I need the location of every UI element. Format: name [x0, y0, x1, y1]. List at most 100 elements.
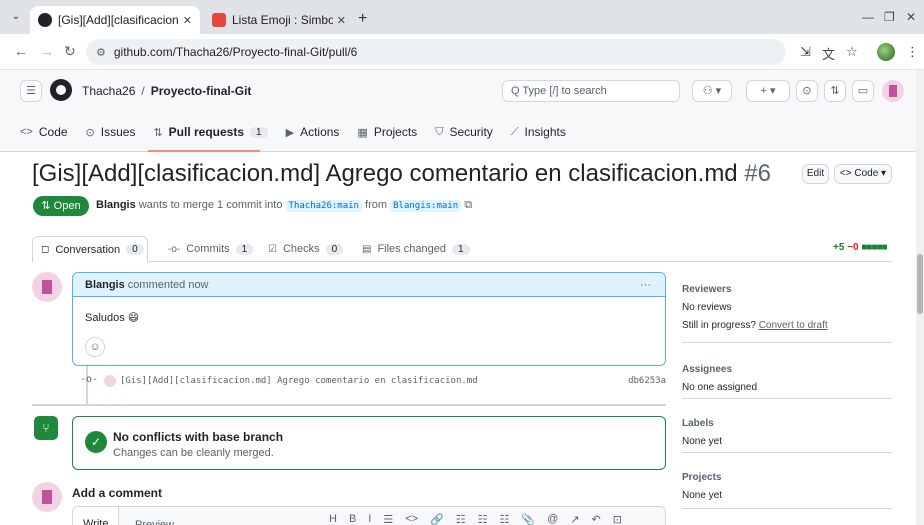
- labels-heading[interactable]: Labels: [682, 418, 892, 429]
- tab-search-chevron-icon[interactable]: ⌄: [8, 9, 24, 25]
- new-tab-icon[interactable]: +: [358, 10, 367, 28]
- page-title: [Gis][Add][clasificacion.md] Agrego come…: [32, 160, 771, 188]
- merge-title: No conflicts with base branch: [113, 430, 284, 444]
- preview-tab[interactable]: Preview: [125, 513, 184, 525]
- add-reaction-icon[interactable]: ☺: [85, 337, 105, 357]
- copy-icon[interactable]: ⧉: [464, 199, 472, 211]
- reply-icon[interactable]: ↶: [592, 513, 601, 525]
- scrollbar-thumb[interactable]: [917, 254, 923, 314]
- bold-icon[interactable]: B: [349, 513, 356, 525]
- comment-time: commented now: [127, 279, 209, 291]
- tab-files-changed[interactable]: ▤ Files changed 1: [362, 236, 470, 262]
- bookmark-star-icon[interactable]: ☆: [846, 44, 858, 60]
- browser-menu-icon[interactable]: ⋮: [906, 44, 919, 60]
- comment-author[interactable]: Blangis: [85, 279, 125, 291]
- tab-actions[interactable]: ▶ Actions: [286, 125, 340, 139]
- numbered-list-icon[interactable]: ☷: [456, 513, 466, 525]
- draft-prompt: Still in progress? Convert to draft: [682, 320, 892, 331]
- close-icon[interactable]: ✕: [183, 14, 192, 27]
- tab-projects[interactable]: ▦ Projects: [357, 125, 417, 139]
- author-link[interactable]: Blangis: [96, 199, 136, 211]
- issues-icon[interactable]: ⊙: [796, 80, 818, 102]
- convert-to-draft-link[interactable]: Convert to draft: [759, 320, 828, 331]
- attach-icon[interactable]: 📎: [521, 513, 535, 525]
- code-dropdown-button[interactable]: <> Code ▾: [834, 164, 892, 184]
- pull-requests-icon[interactable]: ⇅: [824, 80, 846, 102]
- site-info-icon[interactable]: ⚙: [96, 46, 106, 59]
- tab-security[interactable]: ⛉ Security: [435, 125, 493, 139]
- url-text: github.com/Thacha26/Proyecto-final-Git/p…: [113, 45, 358, 59]
- pr-title-text: [Gis][Add][clasificacion.md] Agrego come…: [32, 160, 738, 187]
- copilot-button[interactable]: ⚇ ▾: [692, 80, 732, 102]
- comment-icon: ◻: [41, 244, 50, 255]
- browser-tab-active[interactable]: [Gis][Add][clasificacion.m ✕: [30, 6, 200, 34]
- projects-heading[interactable]: Projects: [682, 472, 892, 483]
- count-badge: 1: [250, 126, 268, 138]
- fullscreen-icon[interactable]: ⊡: [613, 513, 622, 525]
- quote-icon[interactable]: ☰: [383, 513, 393, 525]
- search-input[interactable]: Q Type [/] to search: [502, 80, 680, 102]
- owner-link[interactable]: Thacha26: [82, 84, 135, 98]
- task-list-icon[interactable]: ☷: [500, 513, 510, 525]
- bulleted-list-icon[interactable]: ☷: [478, 513, 488, 525]
- tab-issues[interactable]: ⊙ Issues: [86, 125, 136, 139]
- deletions-count: −0: [847, 242, 859, 253]
- commit-author-avatar[interactable]: [104, 375, 116, 387]
- install-app-icon[interactable]: ⇲: [800, 44, 811, 60]
- commit-message[interactable]: [Gis][Add][clasificacion.md] Agrego come…: [120, 376, 478, 386]
- commit-sha[interactable]: db6253a: [628, 376, 666, 386]
- labels-section[interactable]: Labels None yet: [682, 418, 892, 447]
- issue-opened-icon: ⊙: [85, 126, 95, 139]
- pr-tabs: ◻ Conversation 0 -o- Commits 1 ☑ Checks 0 ▤ Fil…: [32, 236, 892, 263]
- hamburger-menu-icon[interactable]: ☰: [20, 80, 42, 102]
- kebab-menu-icon[interactable]: ···: [640, 273, 651, 297]
- projects-section[interactable]: Projects None yet: [682, 472, 892, 501]
- tab-label: Projects: [373, 125, 418, 139]
- heading-icon[interactable]: H: [329, 513, 337, 525]
- italic-icon[interactable]: I: [368, 513, 371, 525]
- avatar[interactable]: [32, 272, 62, 302]
- assignees-heading[interactable]: Assignees: [682, 364, 892, 375]
- comment-box: Blangis commented now ··· Saludos 😄 ☺: [72, 272, 666, 366]
- restore-icon[interactable]: ❐: [884, 10, 895, 24]
- projects-value: None yet: [682, 490, 723, 501]
- code-icon[interactable]: <>: [405, 513, 418, 525]
- tab-checks[interactable]: ☑ Checks 0: [268, 236, 344, 262]
- window-close-icon[interactable]: ✕: [906, 10, 916, 24]
- tab-commits[interactable]: -o- Commits 1: [168, 236, 254, 262]
- tab-conversation[interactable]: ◻ Conversation 0: [32, 236, 148, 263]
- write-tab[interactable]: Write: [73, 507, 120, 525]
- reference-icon[interactable]: ↗: [570, 513, 579, 525]
- head-branch[interactable]: Blangis:main: [390, 200, 462, 212]
- commit-icon: -o-: [80, 374, 99, 385]
- repo-nav: <> Code ⊙ Issues ⇅ Pull requests 1 ▶ Actions …: [20, 120, 566, 144]
- merge-subtitle: Changes can be cleanly merged.: [113, 447, 274, 459]
- inbox-icon[interactable]: ▭: [852, 80, 874, 102]
- mention-icon[interactable]: @: [547, 513, 558, 525]
- link-icon[interactable]: 🔗: [430, 513, 444, 525]
- pr-number: #6: [744, 160, 772, 187]
- user-avatar[interactable]: [882, 80, 904, 102]
- base-branch[interactable]: Thacha26:main: [285, 200, 362, 212]
- comment-body: Saludos 😄: [85, 312, 140, 324]
- back-icon[interactable]: ←: [14, 43, 28, 59]
- reviewers-heading[interactable]: Reviewers: [682, 284, 892, 295]
- github-logo-icon[interactable]: [50, 79, 72, 101]
- tab-pull-requests[interactable]: ⇅ Pull requests 1: [153, 125, 268, 139]
- browser-tab-inactive[interactable]: Lista Emoji : Simbolos en ✕: [204, 6, 354, 34]
- minimize-icon[interactable]: —: [862, 10, 874, 24]
- browser-profile-avatar[interactable]: [877, 43, 895, 61]
- edit-title-button[interactable]: Edit: [802, 164, 829, 184]
- tab-insights[interactable]: ⟋ Insights: [511, 125, 566, 139]
- address-bar[interactable]: ⚙ github.com/Thacha26/Proyecto-final-Git…: [86, 39, 786, 65]
- reviewers-section[interactable]: Reviewers No reviews Still in progress? …: [682, 284, 892, 331]
- avatar[interactable]: [32, 482, 62, 512]
- repo-link[interactable]: Proyecto-final-Git: [151, 84, 252, 98]
- create-new-button[interactable]: + ▾: [746, 80, 790, 102]
- forward-icon[interactable]: →: [40, 43, 54, 59]
- close-icon[interactable]: ✕: [337, 14, 346, 27]
- translate-icon[interactable]: 文: [822, 44, 835, 63]
- assignees-section[interactable]: Assignees No one assigned: [682, 364, 892, 393]
- reload-icon[interactable]: ↻: [64, 43, 76, 60]
- tab-code[interactable]: <> Code: [20, 125, 68, 139]
